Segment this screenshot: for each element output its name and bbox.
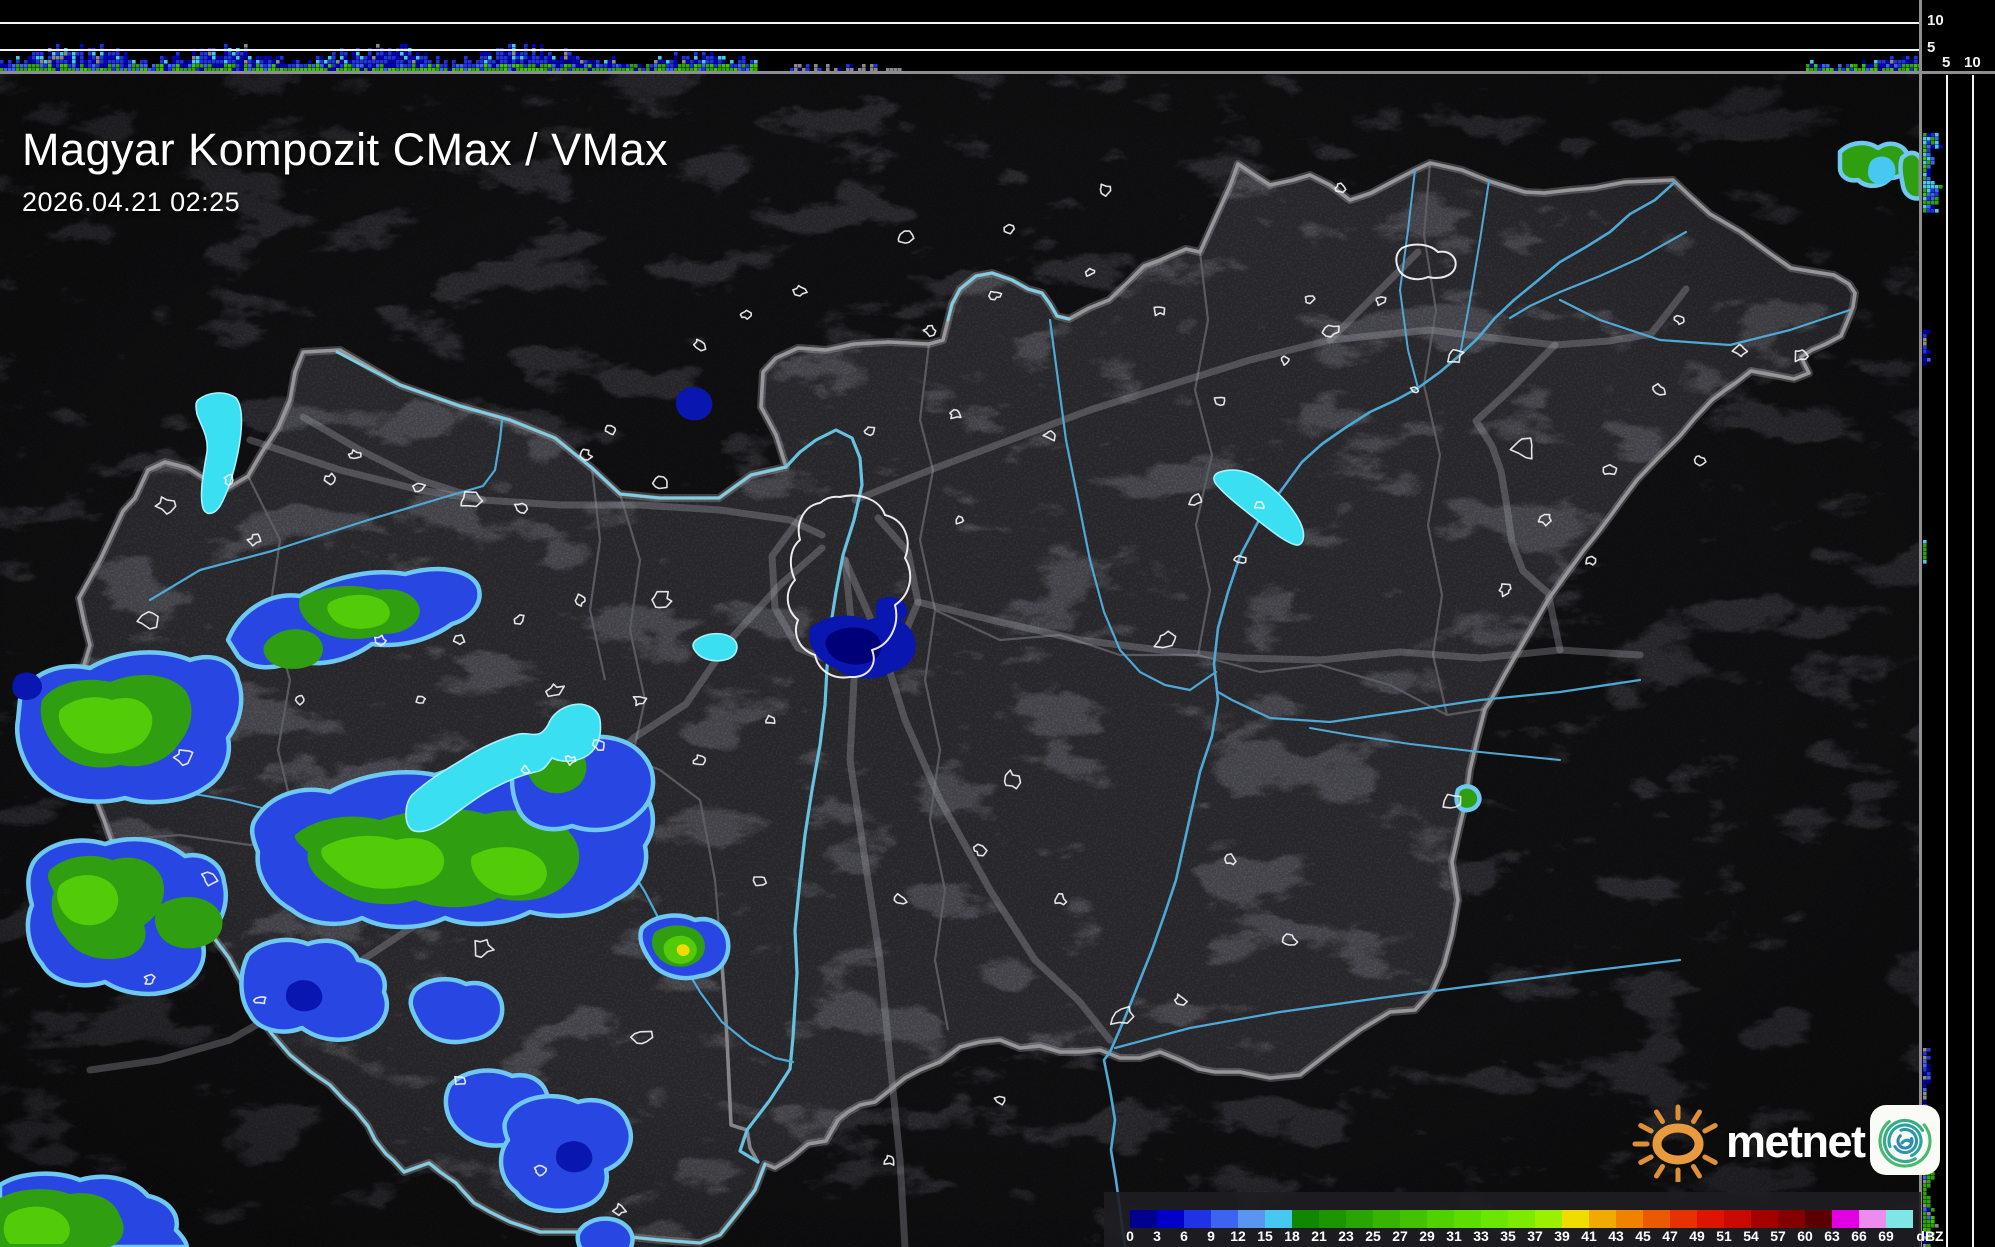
legend-label: 23 (1338, 1228, 1354, 1244)
legend-color-block (1373, 1210, 1400, 1228)
legend-label: 12 (1230, 1228, 1246, 1244)
top-tick-10: 10 (1927, 12, 1944, 29)
legend-color-block (1859, 1210, 1886, 1228)
radar-composite-frame: 10 5 5 10 Magyar Kompozit CMax / VMax 20… (0, 0, 1995, 1247)
metnet-app-icon (1869, 1105, 1940, 1175)
legend-color-block (1130, 1210, 1157, 1228)
legend-label: 69 (1878, 1228, 1894, 1244)
legend-color-block (1697, 1210, 1724, 1228)
legend-label: 21 (1311, 1228, 1327, 1244)
legend-color-block (1184, 1210, 1211, 1228)
legend-unit: dBZ (1916, 1228, 1944, 1244)
legend-color-block (1535, 1210, 1562, 1228)
legend-color-block (1670, 1210, 1697, 1228)
dbz-legend: 0 3 6 9 12 15 18 21 23 25 27 29 31 33 35 37 39 41 43 45 47 49… (1104, 1192, 1944, 1247)
legend-label: 25 (1365, 1228, 1381, 1244)
top-cross-section-canvas (0, 44, 1922, 72)
legend-color-block (1805, 1210, 1832, 1228)
map-top-edge (0, 71, 1995, 74)
legend-label: 31 (1446, 1228, 1462, 1244)
legend-label: 49 (1689, 1228, 1705, 1244)
legend-label: 18 (1284, 1228, 1300, 1244)
right-cross-section (1921, 0, 1995, 1247)
right-tick-5: 5 (1942, 54, 1951, 71)
legend-color-block (1319, 1210, 1346, 1228)
legend-color-block (1265, 1210, 1292, 1228)
legend-color-block (1751, 1210, 1778, 1228)
legend-color-block (1238, 1210, 1265, 1228)
legend-color-block (1643, 1210, 1670, 1228)
right-tick-10: 10 (1964, 54, 1981, 71)
top-10km-line (0, 22, 1921, 24)
legend-label: 47 (1662, 1228, 1678, 1244)
top-tick-5: 5 (1927, 39, 1936, 56)
page-title: Magyar Kompozit CMax / VMax (22, 124, 669, 175)
radar-map (0, 73, 1921, 1247)
legend-color-block (1832, 1210, 1859, 1228)
legend-color-block (1427, 1210, 1454, 1228)
legend-label: 15 (1257, 1228, 1273, 1244)
legend-color-block (1589, 1210, 1616, 1228)
legend-label: 51 (1716, 1228, 1732, 1244)
map-right-edge (1919, 0, 1922, 1247)
top-5km-line (0, 49, 1921, 51)
legend-color-block (1562, 1210, 1589, 1228)
legend-label: 3 (1153, 1228, 1161, 1244)
legend-color-block (1886, 1210, 1913, 1228)
legend-label: 0 (1126, 1228, 1134, 1244)
legend-label: 39 (1554, 1228, 1570, 1244)
legend-label: 37 (1527, 1228, 1543, 1244)
legend-color-block (1778, 1210, 1805, 1228)
right-10km-line (1972, 75, 1974, 1247)
header: Magyar Kompozit CMax / VMax 2026.04.21 0… (22, 126, 668, 218)
legend-color-block (1211, 1210, 1238, 1228)
legend-label: 33 (1473, 1228, 1489, 1244)
legend-label: 66 (1851, 1228, 1867, 1244)
legend-label: 35 (1500, 1228, 1516, 1244)
legend-label: 27 (1392, 1228, 1408, 1244)
legend-label: 57 (1770, 1228, 1786, 1244)
legend-label: 6 (1180, 1228, 1188, 1244)
legend-color-block (1454, 1210, 1481, 1228)
map-canvas (0, 73, 1921, 1247)
legend-color-block (1508, 1210, 1535, 1228)
legend-label: 63 (1824, 1228, 1840, 1244)
legend-color-block (1157, 1210, 1184, 1228)
top-cross-section (0, 0, 1995, 73)
sun-icon (1632, 1104, 1718, 1182)
right-5km-line (1946, 75, 1948, 1247)
right-cross-section-canvas (1923, 133, 1943, 1247)
legend-label: 43 (1608, 1228, 1624, 1244)
legend-label: 45 (1635, 1228, 1651, 1244)
logo-wordmark: metnet (1726, 1116, 1866, 1167)
metnet-logo: metnet (1626, 1098, 1941, 1182)
legend-label: 60 (1797, 1228, 1813, 1244)
legend-label: 9 (1207, 1228, 1215, 1244)
legend-color-block (1481, 1210, 1508, 1228)
legend-color-block (1616, 1210, 1643, 1228)
timestamp: 2026.04.21 02:25 (22, 187, 241, 218)
legend-color-block (1346, 1210, 1373, 1228)
legend-color-block (1724, 1210, 1751, 1228)
legend-color-block (1400, 1210, 1427, 1228)
legend-label: 29 (1419, 1228, 1435, 1244)
legend-color-block (1292, 1210, 1319, 1228)
legend-label: 54 (1743, 1228, 1759, 1244)
legend-label: 41 (1581, 1228, 1597, 1244)
